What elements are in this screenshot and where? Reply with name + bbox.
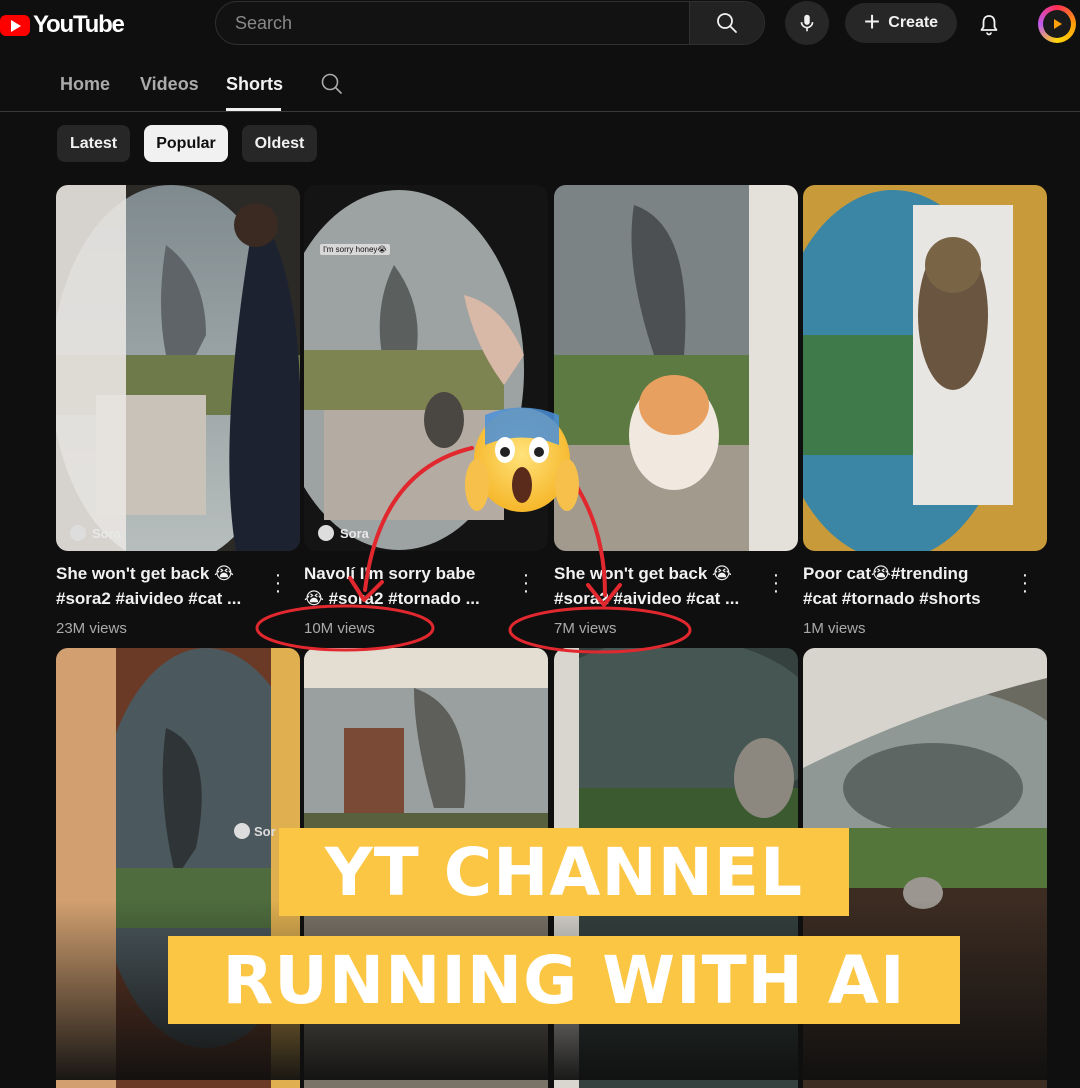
top-bar: YouTube + Create: [0, 0, 1080, 50]
chip-latest[interactable]: Latest: [57, 125, 130, 162]
notifications-button[interactable]: [972, 8, 1006, 42]
mic-icon: [800, 14, 814, 32]
channel-avatar-icon: [1043, 10, 1071, 38]
voice-search-button[interactable]: [785, 1, 829, 45]
channel-tabs: Home Videos Shorts: [0, 58, 1080, 112]
bell-icon: [980, 15, 998, 36]
more-vert-icon[interactable]: · · ·: [274, 565, 282, 601]
tab-videos[interactable]: Videos: [140, 74, 199, 95]
title-line: 😭 #sora2 #tornado ...: [304, 589, 480, 608]
video-caption-sticker: I'm sorry honey😭: [320, 244, 390, 255]
more-vert-icon[interactable]: · · ·: [1021, 565, 1029, 601]
screaming-face-emoji: [465, 407, 579, 512]
short-thumbnail[interactable]: [554, 185, 798, 551]
logo-text: YouTube: [33, 11, 125, 38]
title-line: #sora2 #aivideo #cat ...: [56, 589, 242, 608]
view-count: 10M views: [304, 620, 375, 637]
sora-logo-icon: [70, 525, 86, 541]
chip-popular[interactable]: Popular: [144, 125, 228, 162]
watermark-text: Sora: [92, 525, 121, 541]
sora-logo-icon: [234, 823, 250, 839]
title-line: Poor cat😭#trending: [803, 564, 969, 583]
promo-banner-line1: YT CHANNEL: [279, 828, 849, 916]
youtube-logo[interactable]: YouTube: [0, 10, 125, 40]
create-label: Create: [888, 14, 939, 31]
create-button[interactable]: + Create: [845, 3, 957, 43]
short-title[interactable]: She won't get back 😭 #sora2 #aivideo #ca…: [554, 561, 759, 611]
watermark-text: Sor: [254, 823, 276, 839]
tab-home[interactable]: Home: [60, 74, 110, 95]
more-vert-icon[interactable]: · · ·: [522, 565, 530, 601]
search-input[interactable]: [216, 2, 689, 44]
view-count: 7M views: [554, 620, 617, 637]
chip-oldest[interactable]: Oldest: [242, 125, 317, 162]
title-line: Navolí I'm sorry babe: [304, 564, 476, 583]
search-icon: [717, 13, 737, 33]
short-title[interactable]: She won't get back 😭 #sora2 #aivideo #ca…: [56, 561, 261, 611]
view-count: 1M views: [803, 620, 866, 637]
title-line: She won't get back 😭: [554, 564, 732, 583]
promo-banner-line2: RUNNING WITH AI: [168, 936, 960, 1024]
short-thumbnail[interactable]: Sora: [56, 185, 300, 551]
title-line: #cat #tornado #shorts: [803, 589, 981, 608]
sora-logo-icon: [318, 525, 334, 541]
view-count: 23M views: [56, 620, 127, 637]
channel-avatar[interactable]: [1038, 5, 1076, 43]
short-title[interactable]: Navolí I'm sorry babe 😭 #sora2 #tornado …: [304, 561, 509, 611]
watermark-text: Sora: [340, 525, 369, 541]
search-button[interactable]: [689, 2, 764, 44]
short-thumbnail[interactable]: [803, 185, 1047, 551]
active-tab-indicator: [226, 108, 281, 111]
tab-shorts[interactable]: Shorts: [226, 74, 283, 95]
short-title[interactable]: Poor cat😭#trending #cat #tornado #shorts: [803, 561, 1008, 611]
sora-watermark: Sora: [70, 525, 121, 541]
title-line: #sora2 #aivideo #cat ...: [554, 589, 740, 608]
channel-search-icon[interactable]: [320, 72, 344, 96]
sora-watermark: Sora: [318, 525, 369, 541]
plus-icon: +: [863, 5, 881, 37]
search-box: [215, 1, 765, 45]
more-vert-icon[interactable]: · · ·: [772, 565, 780, 601]
sora-watermark: Sor: [234, 823, 276, 839]
youtube-logo-icon: [0, 14, 30, 36]
title-line: She won't get back 😭: [56, 564, 234, 583]
